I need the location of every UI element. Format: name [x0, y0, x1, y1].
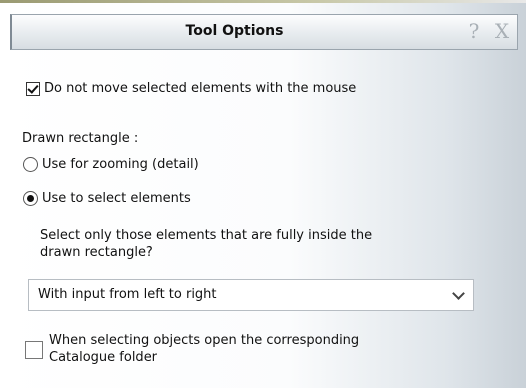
select-radio[interactable] — [23, 191, 38, 206]
zoom-option[interactable]: Use for zooming (detail) — [23, 157, 199, 172]
zoom-radio[interactable] — [23, 157, 38, 172]
catalogue-label-line2: Catalogue folder — [49, 350, 158, 365]
window-top-border — [0, 0, 526, 3]
select-label: Use to select elements — [42, 191, 191, 206]
window-title: Tool Options — [185, 23, 284, 39]
select-option[interactable]: Use to select elements — [23, 191, 191, 206]
no-move-checkbox[interactable] — [26, 81, 40, 96]
zoom-label: Use for zooming (detail) — [42, 157, 199, 172]
help-icon[interactable]: ? — [463, 18, 485, 44]
no-move-option[interactable]: Do not move selected elements with the m… — [26, 81, 356, 96]
catalogue-label-line1: When selecting objects open the correspo… — [49, 333, 360, 348]
fully-inside-question: Select only those elements that are full… — [40, 227, 372, 261]
fully-inside-line2: drawn rectangle? — [40, 245, 153, 260]
chevron-down-icon[interactable] — [452, 287, 465, 300]
drawn-rectangle-heading: Drawn rectangle : — [22, 131, 139, 146]
no-move-label: Do not move selected elements with the m… — [44, 81, 357, 96]
catalogue-label: When selecting objects open the correspo… — [49, 332, 359, 366]
fully-inside-line1: Select only those elements that are full… — [40, 228, 373, 243]
title-bar[interactable]: Tool Options ? X — [10, 14, 518, 50]
catalogue-checkbox[interactable] — [25, 341, 43, 359]
direction-dropdown[interactable]: With input from left to right — [28, 279, 474, 311]
direction-dropdown-value: With input from left to right — [38, 287, 217, 302]
close-icon[interactable]: X — [491, 18, 513, 44]
